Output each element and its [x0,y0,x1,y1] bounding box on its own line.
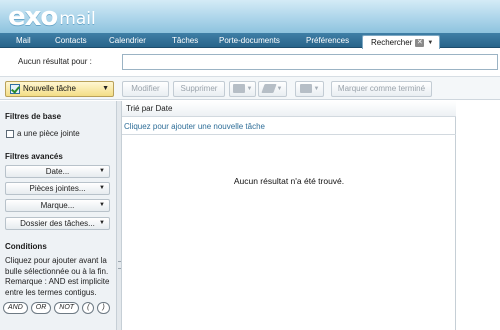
chevron-down-icon: ▼ [276,86,283,92]
folder-filter-label: Dossier des tâches... [20,219,95,228]
add-task-link[interactable]: Cliquez pour ajouter une nouvelle tâche [124,122,265,131]
sort-label: Trié par Date [126,104,173,113]
task-toolbar: Nouvelle tâche ▼ Modifier Supprimer ▼ ▼ … [0,76,500,100]
chevron-down-icon: ▼ [99,202,105,208]
chevron-down-icon[interactable]: ▼ [427,37,433,49]
tab-mail[interactable]: Mail [16,33,31,48]
search-query-field[interactable] [122,54,498,70]
tab-preferences[interactable]: Préférences [306,33,349,48]
not-operator-button[interactable]: NOT [54,302,80,314]
attachment-filter-label: a une pièce jointe [17,129,80,138]
splitter-grip-icon[interactable] [118,261,121,269]
tab-tasks[interactable]: Tâches [172,33,198,48]
tab-search-label: Rechercher [371,37,413,47]
logo-mail-text: mail [59,9,96,29]
print-button[interactable]: ▼ [295,81,324,97]
logo-exo-text: exo [8,2,58,32]
tab-search[interactable]: Rechercher ✕ ▼ [362,35,441,49]
tag-icon [260,84,277,93]
new-task-label: Nouvelle tâche [23,84,76,93]
or-operator-button[interactable]: OR [30,302,52,314]
mark-filter-label: Marque... [40,201,75,210]
move-button[interactable]: ▼ [229,81,256,97]
chevron-down-icon: ▼ [313,86,320,92]
sort-header[interactable]: Trié par Date [122,101,456,117]
tab-calendar[interactable]: Calendrier [109,33,146,48]
task-icon [10,84,20,94]
condition-operators: AND OR NOT ( ) [3,302,110,314]
chevron-down-icon: ▼ [99,220,105,226]
basic-filters-title: Filtres de base [5,112,62,121]
date-filter-label: Date... [45,167,70,176]
open-paren-button[interactable]: ( [82,302,95,314]
filter-panel: Filtres de base a une pièce jointe Filtr… [0,101,117,330]
mark-filter-dropdown[interactable]: Marque... ▼ [5,199,110,212]
modify-button[interactable]: Modifier [122,81,169,97]
folder-filter-dropdown[interactable]: Dossier des tâches... ▼ [5,217,110,230]
tab-briefcase[interactable]: Porte-documents [219,33,280,48]
attachments-filter-label: Pièces jointes... [29,184,86,193]
close-paren-button[interactable]: ) [97,302,110,314]
new-task-button[interactable]: Nouvelle tâche ▼ [5,81,114,97]
attachment-filter[interactable]: a une pièce jointe [6,129,80,138]
search-result-row: Aucun résultat pour : [0,50,500,72]
chevron-down-icon: ▼ [246,86,253,92]
chevron-down-icon: ▼ [99,168,105,174]
add-task-row[interactable]: Cliquez pour ajouter une nouvelle tâche [122,119,456,135]
delete-button[interactable]: Supprimer [173,81,225,97]
close-icon[interactable]: ✕ [415,38,425,47]
reading-pane [457,101,500,330]
and-operator-button[interactable]: AND [3,302,28,314]
search-result-label: Aucun résultat pour : [18,57,92,66]
empty-result-message: Aucun résultat n'a été trouvé. [233,176,345,186]
advanced-filters-title: Filtres avancés [5,152,63,161]
conditions-title: Conditions [5,242,47,251]
printer-icon [299,84,312,93]
date-filter-dropdown[interactable]: Date... ▼ [5,165,110,178]
task-list-panel: Trié par Date Cliquez pour ajouter une n… [122,101,456,330]
exo-mail-logo: exo mail [8,4,96,30]
tab-contacts[interactable]: Contacts [55,33,87,48]
mark-done-button[interactable]: Marquer comme terminé [331,81,432,97]
folder-icon [232,84,245,93]
app-header: exo mail [0,0,500,33]
app-tab-bar: Mail Contacts Calendrier Tâches Porte-do… [0,33,500,49]
chevron-down-icon[interactable]: ▼ [102,82,109,96]
conditions-help-text: Cliquez pour ajouter avant la bulle séle… [5,256,110,297]
attachments-filter-dropdown[interactable]: Pièces jointes... ▼ [5,182,110,195]
attachment-checkbox[interactable] [6,129,14,138]
chevron-down-icon: ▼ [99,185,105,191]
tag-button[interactable]: ▼ [258,81,287,97]
